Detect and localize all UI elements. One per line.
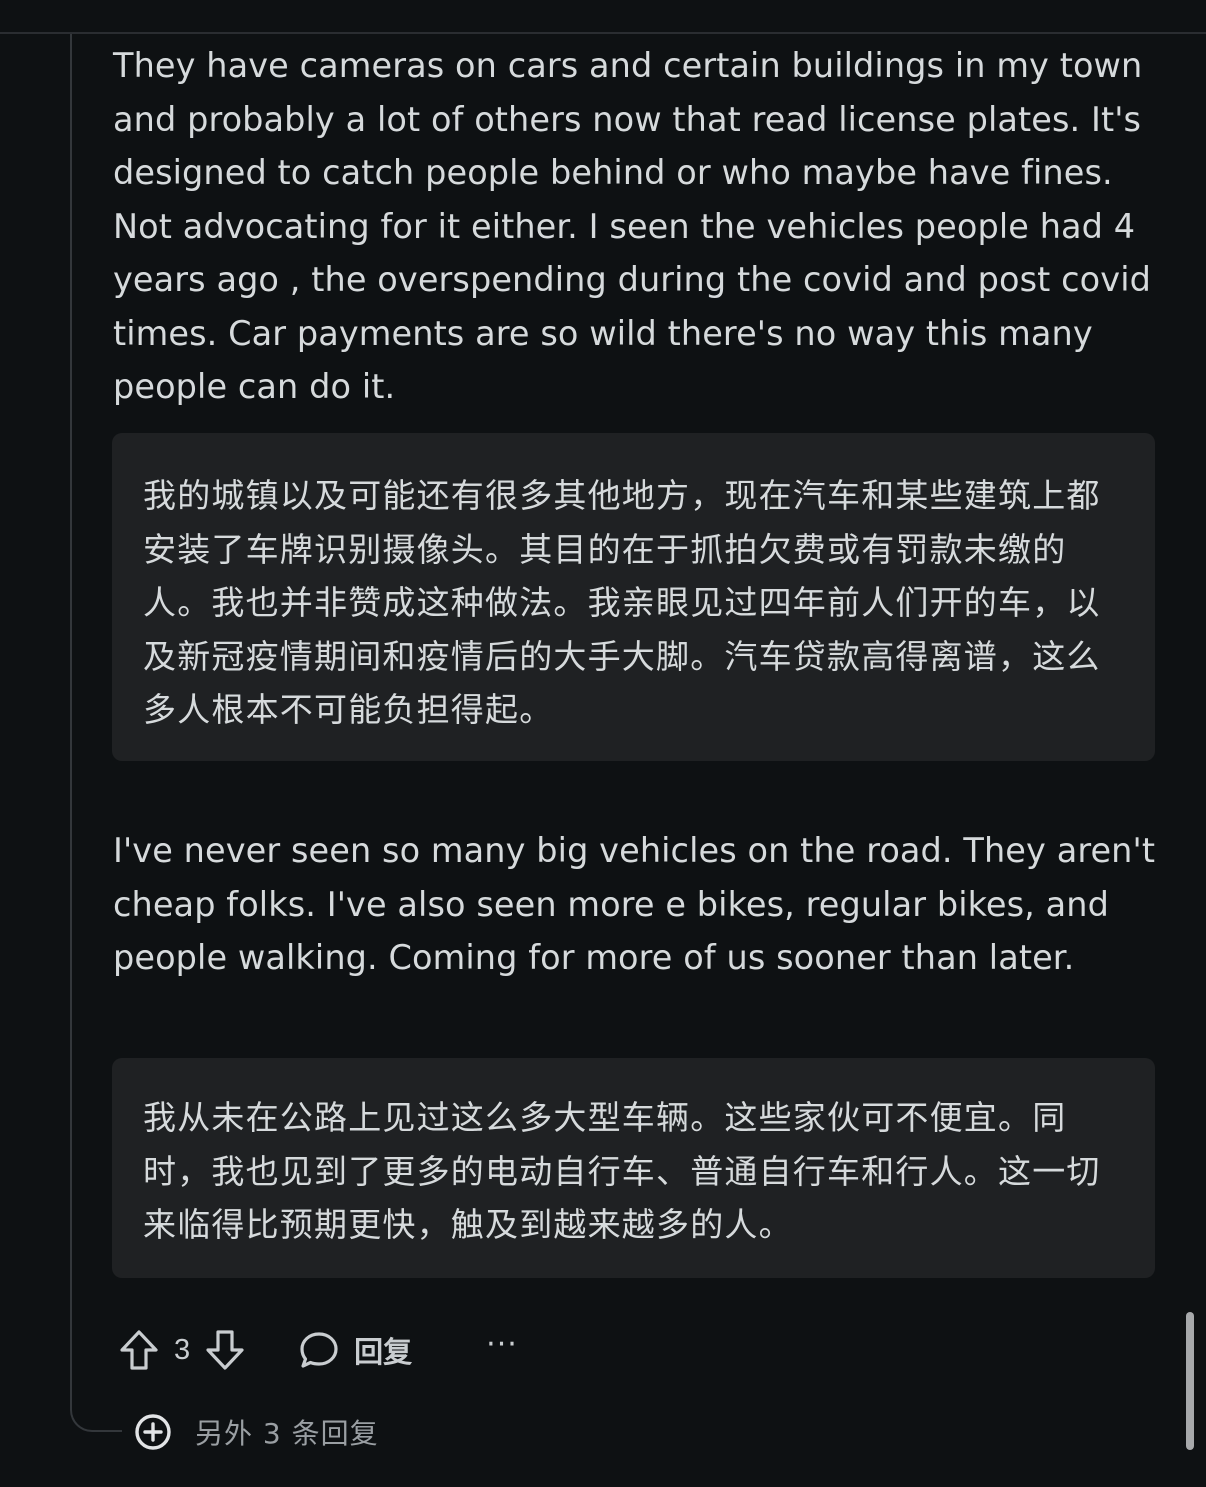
thread-line[interactable] [70, 34, 72, 1400]
translation-block-2: 我从未在公路上见过这么多大型车辆。这些家伙可不便宜。同时，我也见到了更多的电动自… [112, 1058, 1155, 1278]
upvote-arrow-icon [120, 1330, 158, 1370]
downvote-button[interactable] [204, 1328, 246, 1372]
translation-text-2: 我从未在公路上见过这么多大型车辆。这些家伙可不便宜。同时，我也见到了更多的电动自… [143, 1098, 1101, 1244]
vote-count: 3 [174, 1333, 191, 1366]
more-replies-label: 另外 3 条回复 [195, 1417, 379, 1450]
comment-paragraph-2: I've never seen so many big vehicles on … [113, 831, 1156, 977]
scrollbar-thumb[interactable] [1186, 1312, 1194, 1450]
comment-paragraph-1: They have cameras on cars and certain bu… [113, 46, 1151, 406]
more-options-button[interactable]: ··· [486, 1327, 518, 1362]
top-divider [0, 32, 1206, 34]
reply-label: 回复 [354, 1335, 413, 1369]
upvote-button[interactable] [118, 1328, 160, 1372]
comment-action-bar: 3 回复 ··· [118, 1322, 518, 1378]
speech-bubble-icon [300, 1332, 338, 1368]
translation-block-1: 我的城镇以及可能还有很多其他地方，现在汽车和某些建筑上都安装了车牌识别摄像头。其… [112, 433, 1155, 761]
downvote-arrow-icon [206, 1330, 244, 1370]
thread-connector [70, 1392, 122, 1432]
plus-circle-icon [135, 1414, 171, 1450]
more-replies-button[interactable]: 另外 3 条回复 [133, 1412, 379, 1452]
translation-text-1: 我的城镇以及可能还有很多其他地方，现在汽车和某些建筑上都安装了车牌识别摄像头。其… [143, 476, 1101, 729]
reply-button[interactable]: 回复 [298, 1329, 412, 1371]
